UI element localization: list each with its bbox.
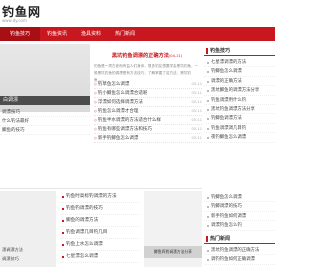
news-date: 05-11	[191, 136, 202, 140]
nav-item-news[interactable]: 钓鱼资讯	[40, 27, 74, 41]
slideshow-link[interactable]: 调漂技巧	[0, 108, 90, 117]
nav-item-hot[interactable]: 热门新闻	[108, 27, 142, 41]
news-date: 05-11	[191, 127, 202, 131]
slideshow-link[interactable]: 什么钓法最好	[0, 117, 90, 126]
news-title[interactable]: 钓鱼半水调漂的方法适合什么样	[94, 117, 161, 123]
sidebar-link[interactable]: 钓鲫鱼怎么调漂	[204, 193, 275, 203]
site-url: www.dy.com	[2, 18, 27, 23]
section-divider	[0, 188, 202, 189]
news-date: 05-11	[191, 118, 202, 122]
lower-article-list: 钓鱼时高标钓调漂的方法 钓鱼钓调漂的技巧 鲫鱼的调漂方法 钓鱼调漂几目钓几目 钓…	[60, 191, 140, 263]
header: 钓鱼网 www.dy.com	[0, 0, 275, 27]
lower-article-link[interactable]: 钓鱼调漂几目钓几目	[60, 227, 140, 239]
news-title[interactable]: 钓鱼有哪些调漂方法和技巧	[94, 126, 152, 132]
lower-left-link[interactable]: 调漂技巧	[0, 254, 56, 263]
sidebar-link[interactable]: 七星漂调漂的方法	[204, 58, 275, 68]
sidebar-link[interactable]: 钓鲫鱼怎么调漂	[204, 67, 275, 77]
news-item[interactable]: 钓鱼怎么调漂才合理 05-11	[94, 107, 202, 116]
news-title[interactable]: 浮漂如何选择调漂方法	[94, 99, 143, 105]
sidebar-link[interactable]: 黑坑钓鱼调漂方法分享	[204, 105, 275, 115]
slideshow-caption[interactable]: 白调漂	[0, 96, 90, 105]
lower-article-link[interactable]: 钓鱼钓调漂的技巧	[60, 203, 140, 215]
headline-date: (04-11)	[168, 54, 183, 58]
lower-article-link[interactable]: 七星漂怎么调漂	[60, 251, 140, 263]
news-title[interactable]: 钓鱼怎么调漂才合理	[94, 108, 139, 114]
news-date: 05-11	[191, 100, 202, 104]
sidebar-link[interactable]: 钓鲫调漂的技巧	[204, 202, 275, 212]
lower-article-link[interactable]: 钓鱼时高标钓调漂的方法	[60, 191, 140, 203]
nav-item-gear[interactable]: 渔具资料	[74, 27, 108, 41]
nav-item-techniques[interactable]: 钓鱼技巧	[0, 27, 40, 41]
news-item[interactable]: 钓鱼半水调漂的方法适合什么样 05-11	[94, 116, 202, 125]
news-date: 05-11	[191, 91, 202, 95]
news-item[interactable]: 浮漂如何选择调漂方法 05-11	[94, 98, 202, 107]
main-nav: 钓鱼技巧 钓鱼资讯 渔具资料 热门新闻	[0, 27, 275, 41]
slideshow-list: 调漂技巧 什么钓法最好 鲫鱼的技巧	[0, 108, 90, 135]
lower-banner[interactable]: 鲫鱼四到调漂方法分享	[144, 246, 202, 258]
sidebar-link[interactable]: 调漂钓鱼怎么钓	[204, 221, 275, 231]
news-list: 钓草鱼怎么调漂 05-11 钓小鲫鱼怎么调漂合适呢 05-11 浮漂如何选择调漂方法…	[94, 80, 202, 143]
sidebar-link[interactable]: 钓鲫鱼调漂方法	[204, 114, 275, 124]
sidebar-heading-hot: 热门新闻	[204, 234, 275, 244]
sidebar-heading-techniques: 钓鱼技巧	[204, 46, 275, 56]
news-item[interactable]: 钓草鱼怎么调漂 05-11	[94, 80, 202, 89]
lower-article-link[interactable]: 鲫鱼的调漂方法	[60, 215, 140, 227]
sidebar-link[interactable]: 调漂的正确方法	[204, 77, 275, 87]
news-item[interactable]: 钓小鲫鱼怎么调漂合适呢 05-11	[94, 89, 202, 98]
sidebar-link[interactable]: 黑坑钓鱼调漂的正确方法	[204, 246, 275, 256]
news-title[interactable]: 钓小鲫鱼怎么调漂合适呢	[94, 90, 148, 96]
sidebar-link[interactable]: 新手钓鱼如何调漂	[204, 212, 275, 222]
sidebar-link[interactable]: 夜钓鲫鱼怎么调漂	[204, 133, 275, 143]
sidebar-list-techniques: 七星漂调漂的方法 钓鲫鱼怎么调漂 调漂的正确方法 黑坑鲫鱼的调漂方法分享 钓鱼调…	[204, 58, 275, 143]
news-item[interactable]: 钓鱼有哪些调漂方法和技巧 05-11	[94, 125, 202, 134]
sidebar-list-lower: 钓鲫鱼怎么调漂 钓鲫调漂的技巧 新手钓鱼如何调漂 调漂钓鱼怎么钓	[204, 193, 275, 231]
slideshow-link[interactable]: 鲫鱼的技巧	[0, 126, 90, 135]
sidebar-link[interactable]: 调钓钓鱼如何正确调漂	[204, 255, 275, 265]
news-date: 05-11	[191, 82, 202, 86]
sidebar-link[interactable]: 钓鱼调漂用什么钓	[204, 96, 275, 105]
headline-title[interactable]: 黑坑钓鱼调漂的正确方法(04-11)	[92, 52, 202, 59]
sidebar-link[interactable]: 钓鱼调漂调几目钓	[204, 124, 275, 134]
news-title[interactable]: 钓草鱼怎么调漂	[94, 81, 130, 87]
lower-left-list: 漂调漂方法 调漂技巧	[0, 245, 56, 263]
news-title[interactable]: 新手钓鲫鱼怎么调漂	[94, 135, 139, 141]
headline-title-text[interactable]: 黑坑钓鱼调漂的正确方法	[112, 53, 169, 59]
sidebar-list-hot: 黑坑钓鱼调漂的正确方法 调钓钓鱼如何正确调漂	[204, 246, 275, 265]
news-item[interactable]: 新手钓鲫鱼怎么调漂 05-11	[94, 134, 202, 143]
sidebar-link[interactable]: 黑坑鲫鱼的调漂方法分享	[204, 86, 275, 96]
news-date: 05-11	[191, 109, 202, 113]
lower-article-link[interactable]: 钓鱼上水怎么调漂	[60, 239, 140, 251]
lower-left-link[interactable]: 漂调漂方法	[0, 245, 56, 254]
